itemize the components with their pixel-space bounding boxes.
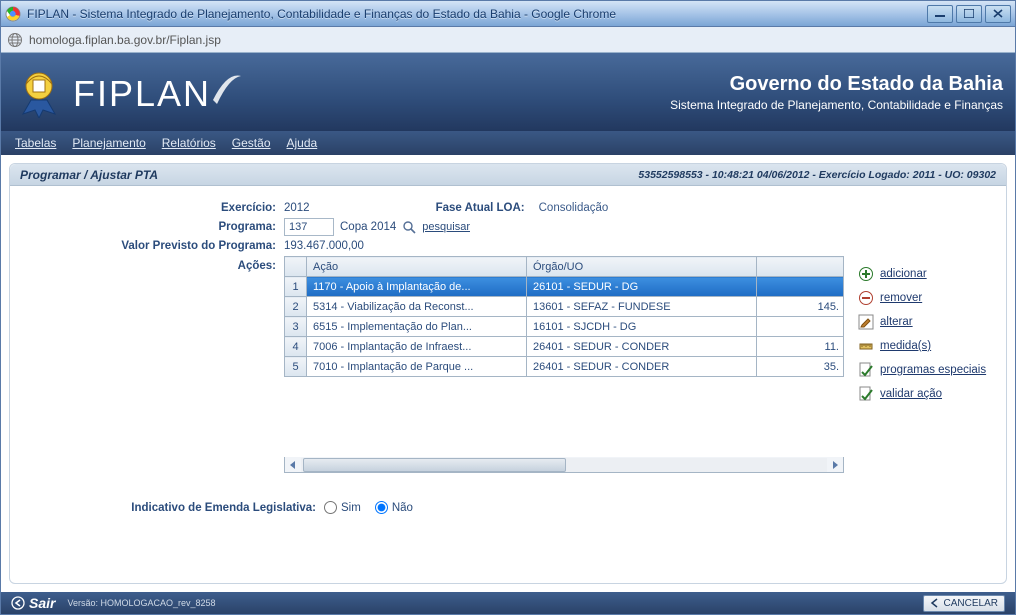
cell-orgao: 13601 - SEFAZ - FUNDESE <box>527 297 757 317</box>
radio-sim[interactable]: Sim <box>324 501 361 514</box>
cell-acao: 7006 - Implantação de Infraest... <box>307 337 527 357</box>
check-doc-icon <box>858 362 874 378</box>
cell-orgao: 16101 - SJCDH - DG <box>527 317 757 337</box>
window-maximize-button[interactable] <box>956 5 982 23</box>
row-num: 5 <box>285 357 307 377</box>
acoes-grid[interactable]: Ação Órgão/UO 1 1170 - Apoio à Implantaç… <box>284 256 844 377</box>
menu-planejamento[interactable]: Planejamento <box>72 136 145 150</box>
edit-icon <box>858 314 874 330</box>
address-url[interactable]: homologa.fiplan.ba.gov.br/Fiplan.jsp <box>29 33 1009 47</box>
menu-tabelas[interactable]: Tabelas <box>15 136 56 150</box>
sair-button[interactable]: Sair <box>11 595 55 611</box>
validate-icon <box>858 386 874 402</box>
row-num: 2 <box>285 297 307 317</box>
window-title: FIPLAN - Sistema Integrado de Planejamen… <box>27 7 927 21</box>
measure-icon <box>858 338 874 354</box>
panel-status: 53552598553 - 10:48:21 04/06/2012 - Exer… <box>638 169 996 181</box>
version-label: Versão: HOMOLOGACAO_rev_8258 <box>67 598 215 608</box>
grid-hscrollbar[interactable] <box>284 457 844 473</box>
cell-orgao: 26101 - SEDUR - DG <box>527 277 757 297</box>
programa-code-input[interactable] <box>284 218 334 236</box>
label-emenda: Indicativo de Emenda Legislativa: <box>24 502 324 514</box>
state-seal-icon <box>13 66 65 118</box>
pesquisar-link[interactable]: pesquisar <box>422 221 470 233</box>
cell-val: 11. <box>757 337 844 357</box>
cancelar-button[interactable]: CANCELAR <box>923 595 1005 612</box>
programa-name: Copa 2014 <box>340 221 396 233</box>
arrow-left-icon <box>11 596 25 610</box>
main-menubar: Tabelas Planejamento Relatórios Gestão A… <box>1 131 1015 155</box>
action-validar-acao[interactable]: validar ação <box>858 386 986 402</box>
globe-icon <box>7 32 23 48</box>
minus-icon <box>858 290 874 306</box>
scroll-thumb[interactable] <box>303 458 566 472</box>
menu-relatorios[interactable]: Relatórios <box>162 136 216 150</box>
table-row[interactable]: 3 6515 - Implementação do Plan... 16101 … <box>285 317 844 337</box>
action-adicionar[interactable]: adicionar <box>858 266 986 282</box>
cell-val: 35. <box>757 357 844 377</box>
fiplan-logo: FIPLAN <box>73 70 243 115</box>
grid-header-orgao[interactable]: Órgão/UO <box>527 257 757 277</box>
label-acoes: Ações: <box>24 256 284 272</box>
menu-gestao[interactable]: Gestão <box>232 136 271 150</box>
cell-val <box>757 277 844 297</box>
window-titlebar: FIPLAN - Sistema Integrado de Planejamen… <box>1 1 1015 27</box>
label-fase-atual: Fase Atual LOA: <box>436 202 525 214</box>
table-row[interactable]: 2 5314 - Viabilização da Reconst... 1360… <box>285 297 844 317</box>
value-valor-previsto: 193.467.000,00 <box>284 240 364 252</box>
action-remover[interactable]: remover <box>858 290 986 306</box>
chrome-favicon <box>5 6 21 22</box>
action-medidas[interactable]: medida(s) <box>858 338 986 354</box>
app-footer: Sair Versão: HOMOLOGACAO_rev_8258 CANCEL… <box>1 592 1015 614</box>
label-valor-previsto: Valor Previsto do Programa: <box>24 240 284 252</box>
action-alterar[interactable]: alterar <box>858 314 986 330</box>
table-row[interactable]: 5 7010 - Implantação de Parque ... 26401… <box>285 357 844 377</box>
cell-orgao: 26401 - SEDUR - CONDER <box>527 357 757 377</box>
value-exercicio: 2012 <box>284 202 310 214</box>
cell-val: 145. <box>757 297 844 317</box>
cell-acao: 7010 - Implantação de Parque ... <box>307 357 527 377</box>
window-close-button[interactable] <box>985 5 1011 23</box>
row-num: 3 <box>285 317 307 337</box>
row-num: 1 <box>285 277 307 297</box>
gov-title: Governo do Estado da Bahia <box>670 73 1003 96</box>
grid-header-extra <box>757 257 844 277</box>
window-minimize-button[interactable] <box>927 5 953 23</box>
cell-acao: 5314 - Viabilização da Reconst... <box>307 297 527 317</box>
value-fase-atual: Consolidação <box>539 202 609 214</box>
grid-header-acao[interactable]: Ação <box>307 257 527 277</box>
table-row[interactable]: 4 7006 - Implantação de Infraest... 2640… <box>285 337 844 357</box>
search-icon[interactable] <box>402 220 416 234</box>
gov-subtitle: Sistema Integrado de Planejamento, Conta… <box>670 98 1003 112</box>
row-num: 4 <box>285 337 307 357</box>
cell-orgao: 26401 - SEDUR - CONDER <box>527 337 757 357</box>
radio-nao[interactable]: Não <box>375 501 413 514</box>
cell-acao: 6515 - Implementação do Plan... <box>307 317 527 337</box>
address-bar: homologa.fiplan.ba.gov.br/Fiplan.jsp <box>1 27 1015 53</box>
scroll-right-icon[interactable] <box>827 458 843 472</box>
table-row[interactable]: 1 1170 - Apoio à Implantação de... 26101… <box>285 277 844 297</box>
cell-val <box>757 317 844 337</box>
main-panel: Programar / Ajustar PTA 53552598553 - 10… <box>9 163 1007 584</box>
menu-ajuda[interactable]: Ajuda <box>287 136 318 150</box>
arrow-left-small-icon <box>930 598 940 608</box>
grid-corner <box>285 257 307 277</box>
scroll-left-icon[interactable] <box>285 458 301 472</box>
label-exercicio: Exercício: <box>24 202 284 214</box>
plus-icon <box>858 266 874 282</box>
cell-acao: 1170 - Apoio à Implantação de... <box>307 277 527 297</box>
panel-title: Programar / Ajustar PTA <box>20 168 158 182</box>
action-programas-especiais[interactable]: programas especiais <box>858 362 986 378</box>
label-programa: Programa: <box>24 221 284 233</box>
app-header: FIPLAN Governo do Estado da Bahia Sistem… <box>1 53 1015 131</box>
